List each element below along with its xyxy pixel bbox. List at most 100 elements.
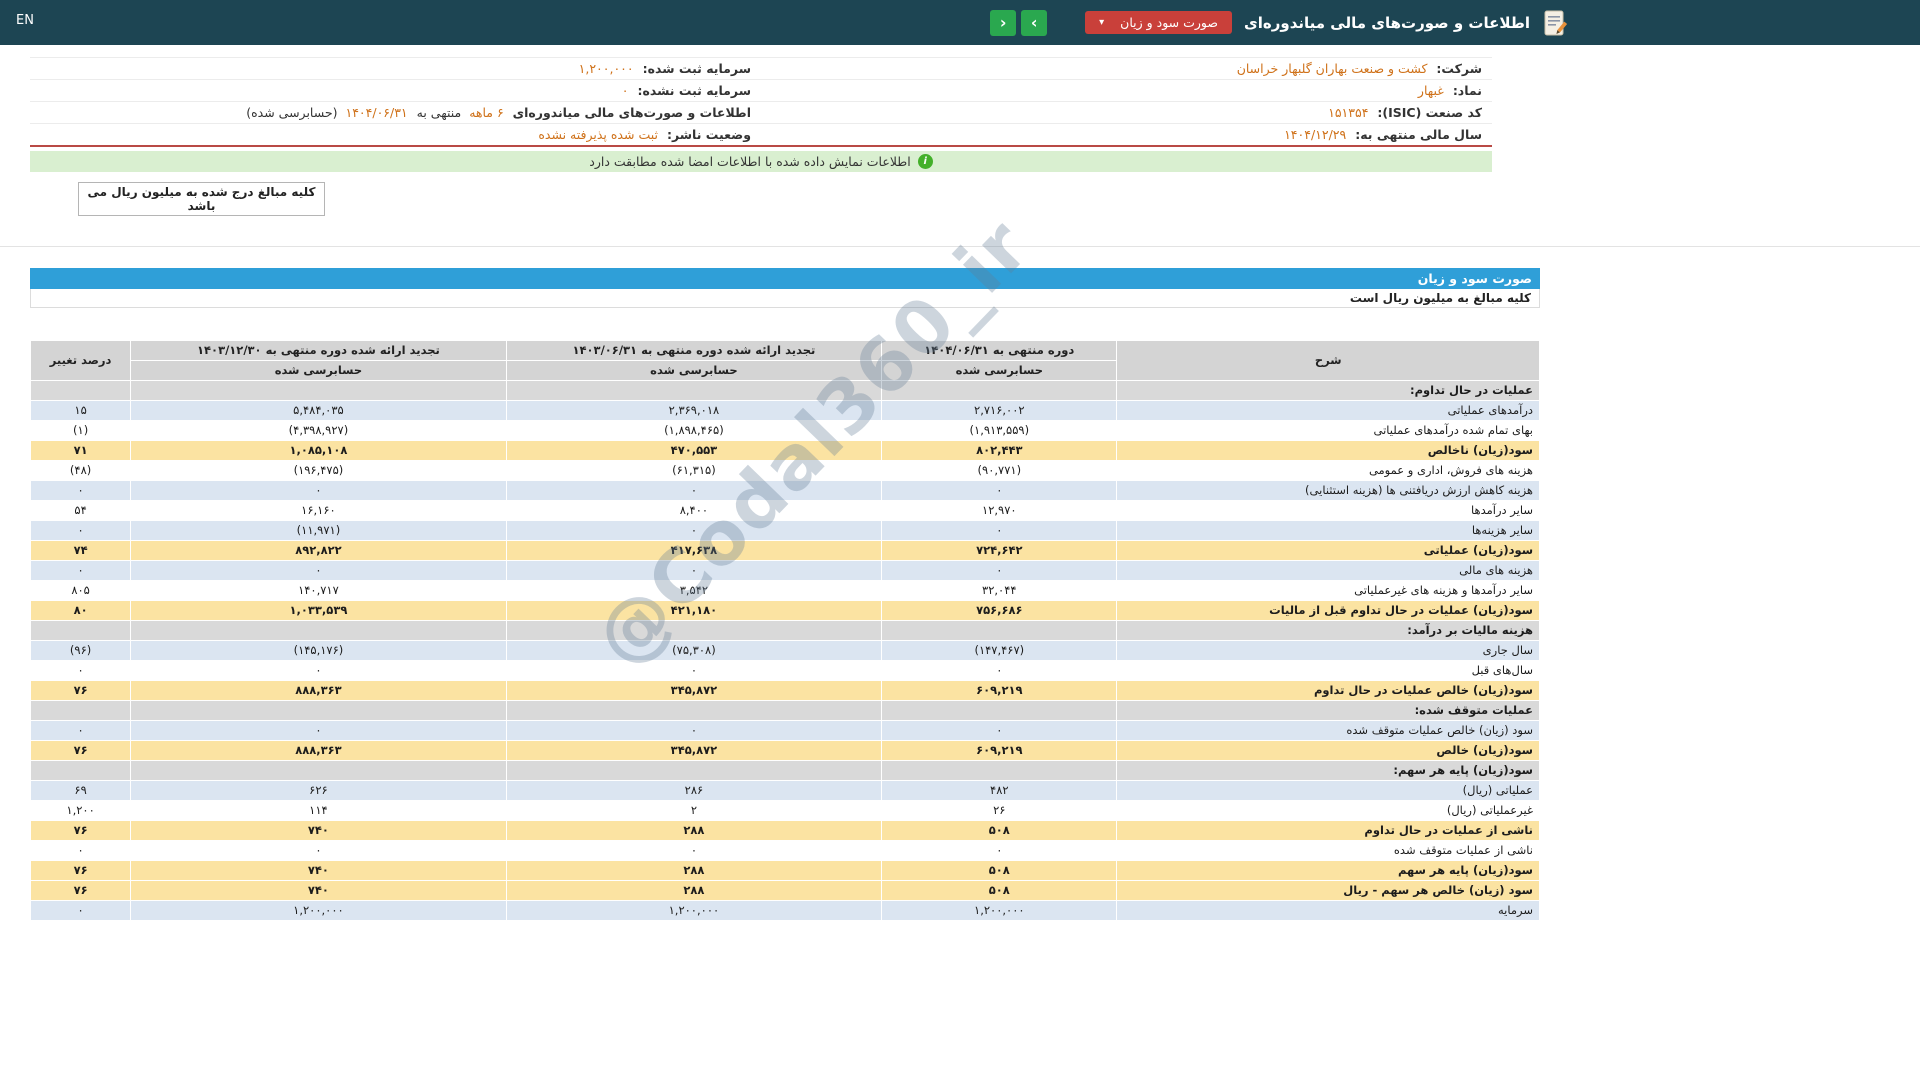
value-restated-year: ۱۱۴ [130,800,507,821]
data-row: سود(زیان) خالص عملیات در حال تداوم ۶۰۹,۲۱… [29,680,1540,701]
report-type-select[interactable]: صورت سود و زیان ▾ [1085,11,1233,34]
value-current: ۳۲,۰۴۴ [881,580,1118,601]
value-restated-mid: ۱,۲۰۰,۰۰۰ [505,900,883,921]
value-current: ۱۲,۹۷۰ [881,500,1118,521]
empty-cell [505,380,883,401]
info-row-symbol: نماد: غبهار سرمایه ثبت نشده: ۰ [30,80,1492,102]
value-percent-change: ۰ [29,660,132,681]
value-current: ۶۰۹,۲۱۹ [881,740,1118,761]
data-row: سود(زیان) خالص ۶۰۹,۲۱۹ ۳۴۵,۸۷۲ ۸۸۸,۳۶۳ ۷۶ [29,740,1540,761]
registered-capital-label: سرمایه ثبت شده: [642,61,751,76]
period-date-value: ۱۴۰۴/۰۶/۳۱ [345,105,408,120]
value-restated-mid: (۱,۸۹۸,۴۶۵) [505,420,883,441]
value-restated-year: ۱,۰۸۵,۱۰۸ [130,440,507,461]
data-row: سایر درآمدها ۱۲,۹۷۰ ۸,۴۰۰ ۱۶,۱۶۰ ۵۴ [29,500,1540,521]
company-name-link[interactable]: کشت و صنعت بهاران گلبهار خراسان [1237,61,1428,76]
value-restated-year: ۱۴۰,۷۱۷ [130,580,507,601]
value-percent-change: ۷۶ [29,860,132,881]
row-label: هزینه کاهش ارزش دریافتنی ها (هزینه استثن… [1116,480,1540,501]
data-row: سود(زیان) عملیات در حال تداوم قبل از مال… [29,600,1540,621]
header-percent-change: درصد تغییر [29,340,132,381]
value-restated-mid: ۰ [505,660,883,681]
value-current: ۲,۷۱۶,۰۰۲ [881,400,1118,421]
section-divider [0,246,1920,247]
info-icon: i [917,154,933,169]
row-label: سایر درآمدها و هزینه های غیرعملیاتی [1116,580,1540,601]
row-label: سود(زیان) عملیات در حال تداوم قبل از مال… [1116,600,1540,621]
value-restated-year: ۰ [130,560,507,581]
value-percent-change: ۷۶ [29,680,132,701]
section-label: عملیات در حال تداوم: [1116,380,1540,401]
value-restated-year: ۱,۲۰۰,۰۰۰ [130,900,507,921]
company-label: شرکت: [1436,61,1482,76]
header-description: شرح [1116,340,1540,381]
value-restated-year: (۱۹۶,۴۷۵) [130,460,507,481]
data-row: ناشی از عملیات متوقف شده ۰ ۰ ۰ ۰ [29,840,1540,861]
value-restated-mid: ۳۴۵,۸۷۲ [505,740,883,761]
period-audit-note: (حسابرسی شده) [246,105,338,120]
value-restated-mid: ۰ [505,520,883,541]
value-restated-mid: ۸,۴۰۰ [505,500,883,521]
empty-cell [29,760,132,781]
symbol-field: نماد: غبهار [761,80,1492,101]
value-restated-year: ۶۲۶ [130,780,507,801]
value-restated-year: ۷۴۰ [130,820,507,841]
header-period-restated-year: تجدید ارائه شده دوره منتهی به ۱۴۰۳/۱۲/۳۰ [130,340,507,361]
value-restated-mid: ۲۸۸ [505,860,883,881]
empty-cell [505,620,883,641]
value-percent-change: ۰ [29,560,132,581]
value-restated-year: (۴,۳۹۸,۹۲۷) [130,420,507,441]
value-percent-change: ۸۰۵ [29,580,132,601]
value-restated-year: ۸۹۲,۸۲۲ [130,540,507,561]
empty-cell [881,620,1118,641]
value-restated-year: (۱۱,۹۷۱) [130,520,507,541]
publisher-status-label: وضعیت ناشر: [666,127,751,142]
publisher-status-value: ثبت شده پذیرفته نشده [538,127,658,142]
row-label: بهای تمام شده درآمدهای عملیاتی [1116,420,1540,441]
previous-statement-button[interactable]: › [990,9,1017,36]
isic-label: کد صنعت (ISIC): [1377,105,1482,120]
unregistered-capital-field: سرمایه ثبت نشده: ۰ [30,80,761,101]
value-current: ۱,۲۰۰,۰۰۰ [881,900,1118,921]
section-label: عملیات متوقف شده: [1116,700,1540,721]
fiscal-year-field: سال مالی منتهی به: ۱۴۰۴/۱۲/۲۹ [761,124,1492,145]
value-current: ۷۵۶,۶۸۶ [881,600,1118,621]
value-current: (۱,۹۱۳,۵۵۹) [881,420,1118,441]
next-statement-button[interactable]: ‹ [1021,9,1048,36]
section-label: سود(زیان) پایه هر سهم: [1116,760,1540,781]
value-restated-mid: (۶۱,۳۱۵) [505,460,883,481]
empty-cell [29,620,132,641]
value-percent-change: ۸۰ [29,600,132,621]
header-audited-2: حسابرسی شده [505,360,883,381]
value-current: ۰ [881,660,1118,681]
value-current: (۹۰,۷۷۱) [881,460,1118,481]
period-months-value: ۶ ماهه [469,105,504,120]
data-row: سایر هزینه‌ها ۰ ۰ (۱۱,۹۷۱) ۰ [29,520,1540,541]
section-header-row: عملیات متوقف شده: [29,700,1540,721]
value-current: ۵۰۸ [881,860,1118,881]
data-row: هزینه های مالی ۰ ۰ ۰ ۰ [29,560,1540,581]
empty-cell [505,760,883,781]
value-restated-mid: (۷۵,۳۰۸) [505,640,883,661]
value-restated-mid: ۴۲۱,۱۸۰ [505,600,883,621]
data-row: سود(زیان) ناخالص ۸۰۲,۴۴۳ ۴۷۰,۵۵۳ ۱,۰۸۵,۱۰۸ ۷… [29,440,1540,461]
value-restated-year: ۰ [130,480,507,501]
row-label: سود(زیان) عملیاتی [1116,540,1540,561]
row-label: ناشی از عملیات متوقف شده [1116,840,1540,861]
info-row-fiscal: سال مالی منتهی به: ۱۴۰۴/۱۲/۲۹ وضعیت ناشر… [30,124,1492,145]
row-label: عملیاتی (ریال) [1116,780,1540,801]
value-percent-change: ۷۴ [29,540,132,561]
value-percent-change: ۰ [29,520,132,541]
value-percent-change: ۰ [29,720,132,741]
value-percent-change: ۷۶ [29,880,132,901]
period-connector-text: منتهی به [416,105,462,120]
row-label: سال‌های قبل [1116,660,1540,681]
header-audited-3: حسابرسی شده [130,360,507,381]
symbol-value: غبهار [1417,83,1444,98]
value-current: ۲۶ [881,800,1118,821]
value-percent-change: ۱۵ [29,400,132,421]
publisher-status-field: وضعیت ناشر: ثبت شده پذیرفته نشده [30,124,761,145]
header-period-current: دوره منتهی به ۱۴۰۴/۰۶/۳۱ [881,340,1118,361]
row-label: سود(زیان) خالص [1116,740,1540,761]
language-toggle[interactable]: EN [16,13,34,28]
